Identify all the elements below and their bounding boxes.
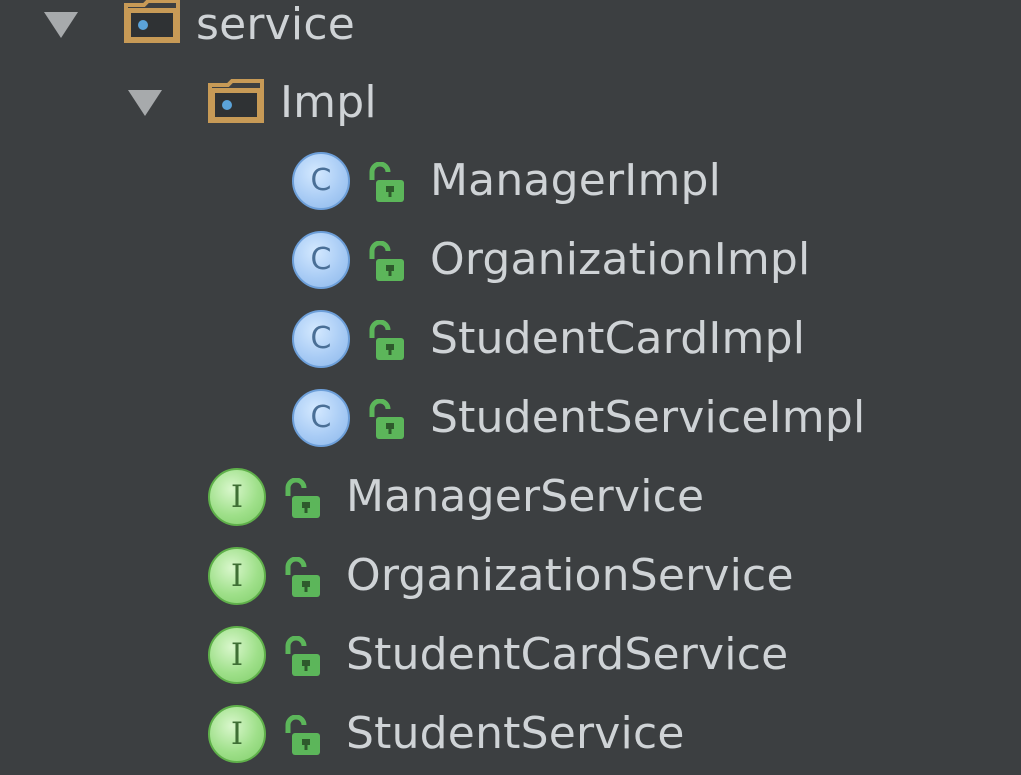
package-folder-icon: [208, 79, 264, 123]
tree-node-class[interactable]: C StudentCardImpl: [0, 300, 1021, 378]
public-lock-icon: [369, 162, 404, 202]
tree-node-label: OrganizationService: [346, 550, 794, 601]
public-lock-icon: [369, 399, 404, 439]
public-lock-icon: [285, 478, 320, 518]
project-tree: service Impl C ManagerImpl C Organizatio…: [0, 0, 1021, 775]
interface-icon: I: [208, 468, 266, 526]
tree-node-label: OrganizationImpl: [430, 234, 811, 285]
class-icon: C: [292, 152, 350, 210]
tree-node-label: ManagerImpl: [430, 155, 722, 206]
tree-node-interface[interactable]: I OrganizationService: [0, 537, 1021, 615]
expand-arrow-icon[interactable]: [128, 90, 162, 116]
interface-icon: I: [208, 547, 266, 605]
tree-node-service[interactable]: service: [0, 0, 1021, 64]
tree-node-interface[interactable]: I ManagerService: [0, 458, 1021, 536]
class-icon: C: [292, 310, 350, 368]
expand-arrow-icon[interactable]: [44, 12, 78, 38]
tree-node-class[interactable]: C OrganizationImpl: [0, 221, 1021, 299]
tree-node-label: StudentCardImpl: [430, 313, 806, 364]
tree-node-interface[interactable]: I StudentCardService: [0, 616, 1021, 694]
class-icon: C: [292, 231, 350, 289]
tree-node-label: StudentServiceImpl: [430, 392, 866, 443]
public-lock-icon: [369, 320, 404, 360]
tree-node-label: StudentService: [346, 708, 685, 759]
tree-node-label: Impl: [280, 77, 377, 128]
package-folder-icon: [124, 0, 180, 43]
tree-node-class[interactable]: C StudentServiceImpl: [0, 379, 1021, 457]
public-lock-icon: [285, 715, 320, 755]
public-lock-icon: [285, 636, 320, 676]
tree-node-label: ManagerService: [346, 471, 705, 522]
interface-icon: I: [208, 705, 266, 763]
tree-node-label: service: [196, 0, 356, 50]
class-icon: C: [292, 389, 350, 447]
tree-node-interface[interactable]: I StudentService: [0, 695, 1021, 773]
tree-node-impl[interactable]: Impl: [0, 64, 1021, 142]
tree-node-label: StudentCardService: [346, 629, 789, 680]
public-lock-icon: [285, 557, 320, 597]
public-lock-icon: [369, 241, 404, 281]
tree-node-class[interactable]: C ManagerImpl: [0, 142, 1021, 220]
interface-icon: I: [208, 626, 266, 684]
